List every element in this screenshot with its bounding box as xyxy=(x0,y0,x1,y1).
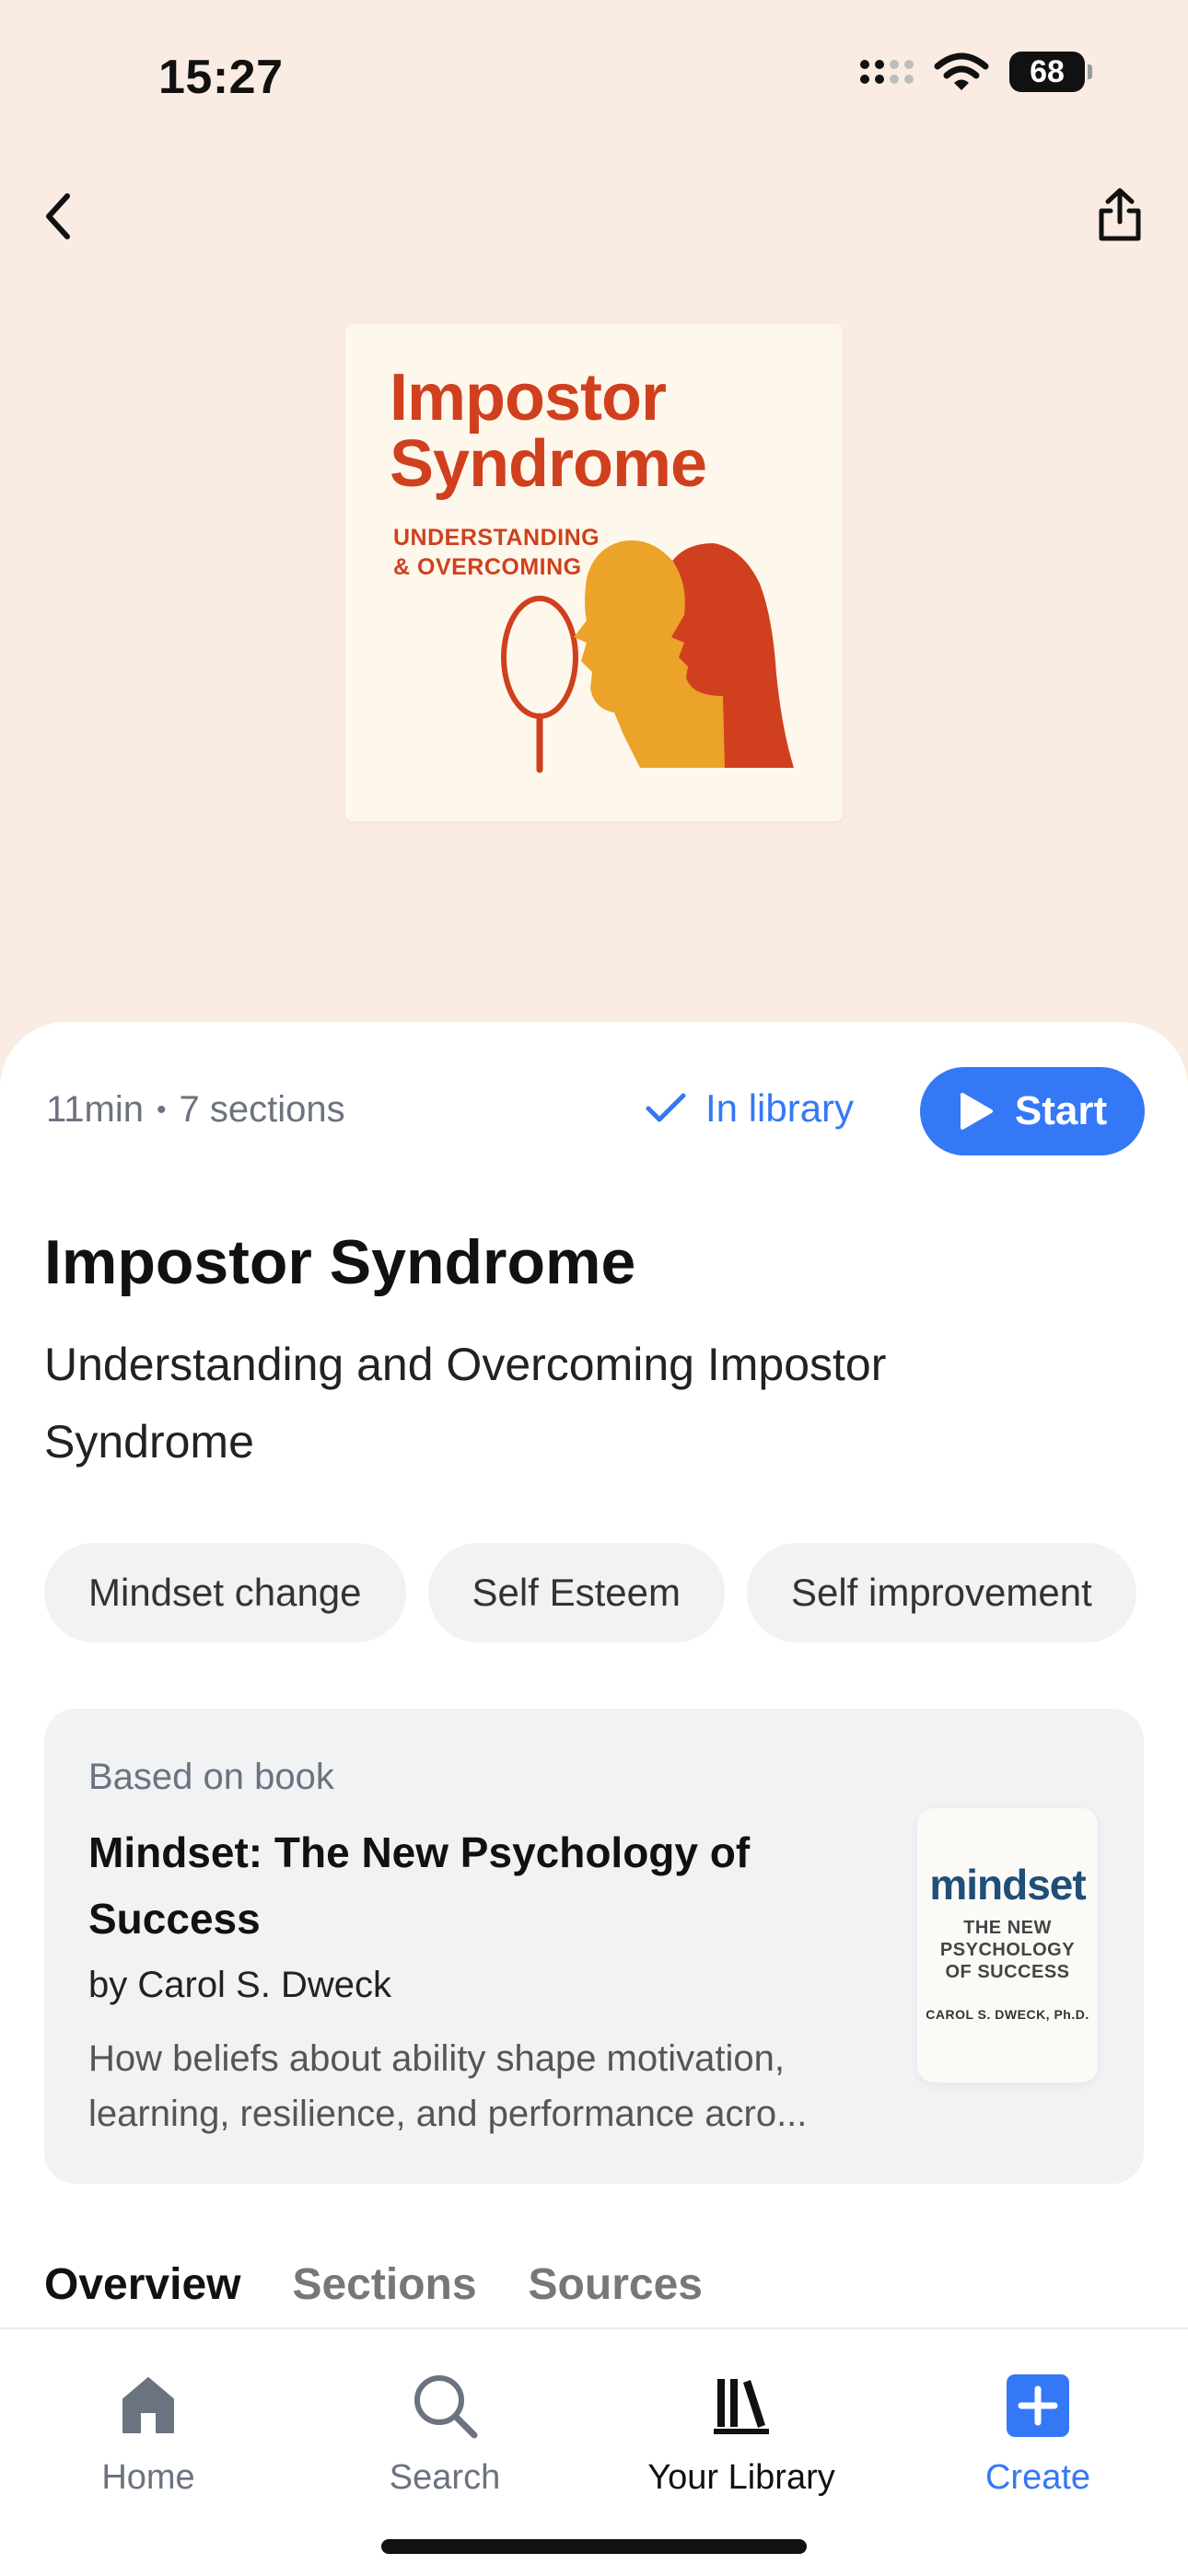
tab-search[interactable]: Search xyxy=(297,2370,593,2498)
tag-self-improvement[interactable]: Self improvement xyxy=(746,1543,1136,1642)
in-library-button[interactable]: In library xyxy=(645,1086,854,1131)
back-button[interactable] xyxy=(26,184,90,249)
book-title: Mindset: The New Psychology of Success xyxy=(88,1828,751,1943)
book-cover-image: mindset THE NEW PSYCHOLOGY OF SUCCESS CA… xyxy=(917,1808,1098,2083)
battery-icon: 68 xyxy=(1009,52,1092,92)
section-tabs: Overview Sections Sources xyxy=(44,2259,703,2310)
page-subtitle: Understanding and Overcoming Impostor Sy… xyxy=(44,1339,887,1468)
book-cover-subtitle: THE NEW PSYCHOLOGY OF SUCCESS xyxy=(939,1918,1076,1982)
tag-list: Mindset change Self Esteem Self improvem… xyxy=(44,1543,1136,1642)
share-button[interactable] xyxy=(1085,180,1155,250)
wifi-icon xyxy=(934,52,989,90)
library-icon xyxy=(714,2379,769,2434)
tab-create[interactable]: Create xyxy=(890,2370,1186,2498)
cellular-signal-icon xyxy=(860,60,914,84)
start-button[interactable]: Start xyxy=(920,1067,1145,1155)
home-indicator xyxy=(381,2539,807,2554)
cover-title: Impostor Syndrome xyxy=(390,361,707,501)
tab-sources[interactable]: Sources xyxy=(529,2259,703,2310)
share-icon xyxy=(1099,188,1141,241)
tab-create-label: Create xyxy=(984,2458,1091,2497)
tab-overview[interactable]: Overview xyxy=(44,2259,240,2310)
cover-subtitle-line: UNDERSTANDING xyxy=(393,525,600,551)
section-count: 7 sections xyxy=(179,1089,345,1130)
duration: 11min xyxy=(46,1089,144,1130)
home-icon xyxy=(122,2377,174,2433)
search-icon xyxy=(414,2375,478,2439)
play-icon xyxy=(960,1093,993,1130)
checkmark-icon xyxy=(646,1093,686,1122)
cover-title-line: Syndrome xyxy=(390,427,707,501)
book-description: How beliefs about ability shape motivati… xyxy=(88,2038,808,2134)
cover-art: Impostor Syndrome UNDERSTANDING & OVERCO… xyxy=(345,324,843,821)
battery-level: 68 xyxy=(1030,53,1065,89)
book-cover-author: CAROL S. DWECK, Ph.D. xyxy=(926,2007,1089,2022)
book-author: by Carol S. Dweck xyxy=(88,1965,391,2005)
meta-info: 11min • 7 sections xyxy=(46,1089,345,1131)
plus-square-icon xyxy=(1007,2374,1069,2437)
based-on-book-card[interactable]: Based on book Mindset: The New Psycholog… xyxy=(44,1709,1144,2184)
meta-separator: • xyxy=(156,1094,167,1125)
page-title: Impostor Syndrome xyxy=(44,1227,636,1297)
book-cover-title: mindset xyxy=(929,1861,1086,1909)
chevron-left-icon xyxy=(46,193,70,239)
start-label: Start xyxy=(1014,1088,1108,1133)
tab-home-label: Home xyxy=(101,2458,195,2497)
tag-self-esteem[interactable]: Self Esteem xyxy=(427,1543,725,1642)
in-library-label: In library xyxy=(705,1086,855,1130)
tab-search-label: Search xyxy=(389,2458,501,2497)
tag-mindset-change[interactable]: Mindset change xyxy=(44,1543,406,1642)
tab-sections[interactable]: Sections xyxy=(292,2259,476,2310)
book-label: Based on book xyxy=(88,1757,334,1797)
cover-subtitle-line: & OVERCOMING xyxy=(393,554,582,580)
status-time: 15:27 xyxy=(158,51,284,104)
status-icons: 68 xyxy=(860,52,1092,92)
tab-your-library[interactable]: Your Library xyxy=(593,2370,890,2498)
tab-home[interactable]: Home xyxy=(0,2370,297,2498)
cover-subtitle: UNDERSTANDING & OVERCOMING xyxy=(393,523,600,582)
cover-title-line: Impostor xyxy=(390,361,667,435)
tab-your-library-label: Your Library xyxy=(647,2458,835,2497)
